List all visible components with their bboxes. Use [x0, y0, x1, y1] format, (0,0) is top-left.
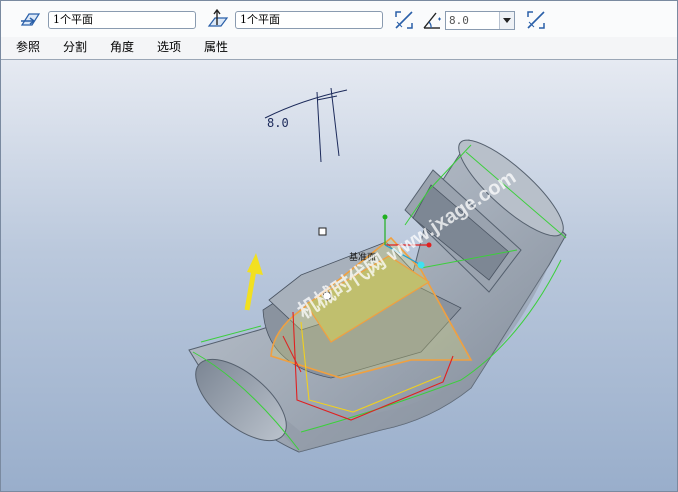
- pull-direction-arrow[interactable]: [244, 253, 263, 311]
- panel-tabs: [1, 37, 677, 60]
- draft-angle-combobox[interactable]: 8.0: [445, 11, 515, 30]
- dashboard-toolbar: 1个平面 1个平面 8.0: [1, 1, 677, 38]
- tab-references[interactable]: 参照: [16, 39, 40, 55]
- tab-properties[interactable]: 属性: [204, 39, 228, 55]
- tab-angles[interactable]: 角度: [110, 39, 134, 55]
- tab-split[interactable]: 分割: [63, 39, 87, 55]
- reference-plane-icon[interactable]: [19, 9, 41, 31]
- draft-surface-field[interactable]: 1个平面: [48, 11, 196, 29]
- flip-direction-icon[interactable]: [393, 9, 415, 31]
- graphics-viewport[interactable]: 8.0 基准面 机械时代网 www.jxage.com: [1, 60, 677, 491]
- flip-angle-icon[interactable]: [525, 9, 547, 31]
- pull-direction-icon[interactable]: [207, 9, 229, 31]
- chevron-down-icon: [503, 18, 511, 23]
- combo-dropdown-button[interactable]: [499, 12, 514, 29]
- drag-handle[interactable]: [318, 227, 327, 236]
- draft-angle-icon: [423, 12, 441, 29]
- angle-dimension-label[interactable]: 8.0: [267, 116, 289, 130]
- draft-angle-value: 8.0: [449, 14, 469, 27]
- draft-feature-window: 1个平面 1个平面 8.0 参照 分割 角度 选项 属性 8.0 基准面 机械时…: [0, 0, 678, 492]
- draft-hinge-field[interactable]: 1个平面: [235, 11, 383, 29]
- tab-options[interactable]: 选项: [157, 39, 181, 55]
